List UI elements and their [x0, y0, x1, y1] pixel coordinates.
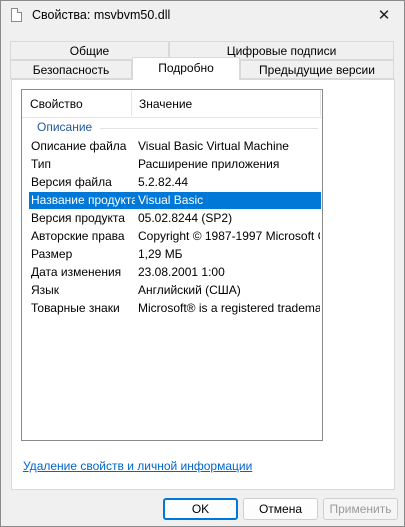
column-divider[interactable]	[320, 90, 321, 116]
column-header-value[interactable]: Значение	[139, 97, 192, 111]
detail-row[interactable]: Язык Английский (США)	[29, 282, 321, 299]
detail-row[interactable]: Версия файла 5.2.82.44	[29, 174, 321, 191]
property-name: Тип	[31, 157, 52, 171]
detail-row[interactable]: Тип Расширение приложения	[29, 156, 321, 173]
property-value: Английский (США)	[138, 283, 241, 297]
detail-row[interactable]: Товарные знаки Microsoft® is a registere…	[29, 300, 321, 317]
property-name: Название продукта	[31, 193, 135, 207]
tab-details[interactable]: Подробно	[132, 57, 240, 80]
detail-row[interactable]: Авторские права Copyright © 1987-1997 Mi…	[29, 228, 321, 245]
property-value: Расширение приложения	[138, 157, 280, 171]
detail-row[interactable]: Версия продукта 05.02.8244 (SP2)	[29, 210, 321, 227]
tab-security[interactable]: Безопасность	[10, 60, 132, 79]
property-name: Описание файла	[31, 139, 127, 153]
property-name: Дата изменения	[31, 265, 122, 279]
property-value: 1,29 МБ	[138, 247, 183, 261]
property-value: Visual Basic	[138, 193, 204, 207]
column-header-property[interactable]: Свойство	[30, 97, 83, 111]
detail-row[interactable]: Описание файла Visual Basic Virtual Mach…	[29, 138, 321, 155]
detail-row-selected[interactable]: Название продукта Visual Basic	[29, 192, 321, 209]
property-value: 5.2.82.44	[138, 175, 189, 189]
property-value: 23.08.2001 1:00	[138, 265, 225, 279]
detail-row[interactable]: Размер 1,29 МБ	[29, 246, 321, 263]
property-value: 05.02.8244 (SP2)	[138, 211, 233, 225]
property-value: Copyright © 1987-1997 Microsoft C...	[138, 229, 320, 243]
file-icon	[11, 8, 22, 22]
property-name: Авторские права	[31, 229, 125, 243]
properties-dialog: Свойства: msvbvm50.dll ✕ Общие Цифровые …	[0, 0, 405, 527]
property-value: Microsoft® is a registered trademark...	[138, 301, 320, 315]
window-title: Свойства: msvbvm50.dll	[32, 8, 171, 22]
list-header: Свойство Значение	[22, 90, 322, 118]
group-label: Описание	[37, 120, 93, 134]
property-name: Версия файла	[31, 175, 112, 189]
property-name: Размер	[31, 247, 73, 261]
tab-previous-versions[interactable]: Предыдущие версии	[240, 60, 394, 79]
remove-properties-link[interactable]: Удаление свойств и личной информации	[23, 459, 252, 473]
column-divider[interactable]	[131, 90, 132, 116]
property-value: Visual Basic Virtual Machine	[138, 139, 289, 153]
ok-button[interactable]: OK	[163, 498, 238, 520]
apply-button[interactable]: Применить	[323, 498, 398, 520]
title-bar[interactable]: Свойства: msvbvm50.dll ✕	[1, 1, 404, 31]
cancel-button[interactable]: Отмена	[243, 498, 318, 520]
property-name: Язык	[31, 283, 60, 297]
close-icon[interactable]: ✕	[370, 3, 398, 27]
group-divider	[100, 128, 318, 129]
property-name: Версия продукта	[31, 211, 125, 225]
property-name: Товарные знаки	[31, 301, 120, 315]
detail-row[interactable]: Дата изменения 23.08.2001 1:00	[29, 264, 321, 281]
details-list[interactable]: Свойство Значение Описание Описание файл…	[21, 89, 323, 441]
